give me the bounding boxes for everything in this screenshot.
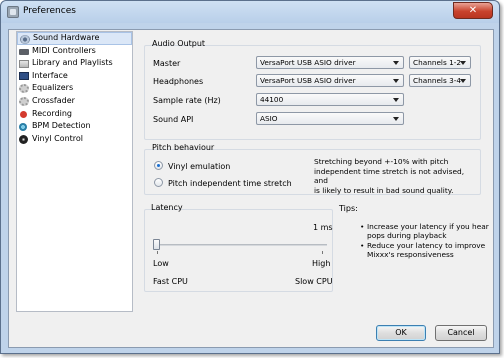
master-channels-value: Channels 1-2	[413, 58, 461, 67]
master-device-select[interactable]: VersaPort USB ASIO driver	[256, 56, 404, 69]
sidebar-item-label: BPM Detection	[32, 121, 91, 131]
pitch-behaviour-title: Pitch behaviour	[152, 143, 215, 152]
ok-button[interactable]: OK	[376, 325, 426, 341]
sidebar-item-bpm-detection[interactable]: BPM Detection	[17, 120, 132, 133]
close-button[interactable]: ✕	[453, 2, 493, 19]
preferences-window: Preferences ✕ Sound Hardware MIDI Contro…	[0, 0, 500, 354]
sidebar-item-midi-controllers[interactable]: MIDI Controllers	[17, 45, 132, 58]
pitch-note-line: Stretching beyond +-10% with pitch	[314, 157, 449, 166]
pitch-note-line: independent time stretch is not advised,…	[314, 166, 465, 186]
sidebar-item-vinyl-control[interactable]: Vinyl Control	[17, 133, 132, 146]
vinyl-emulation-label: Vinyl emulation	[168, 162, 231, 171]
master-channels-select[interactable]: Channels 1-2	[409, 56, 471, 69]
sound-api-select[interactable]: ASIO	[256, 112, 404, 125]
chevron-down-icon	[393, 117, 399, 121]
latency-high-label: High	[312, 259, 331, 268]
latency-title: Latency	[151, 203, 183, 212]
record-icon	[20, 110, 27, 118]
latency-slider-thumb[interactable]	[153, 239, 160, 250]
keyboard-icon	[19, 48, 29, 55]
tip-text: Reduce your latency to improve	[367, 241, 486, 250]
equalizer-icon	[19, 84, 29, 94]
sidebar-item-crossfader[interactable]: Crossfader	[17, 95, 132, 108]
monitor-icon	[19, 71, 29, 80]
title-bar[interactable]: Preferences ✕	[1, 1, 499, 23]
library-icon	[19, 60, 29, 69]
speaker-icon	[20, 35, 30, 44]
sound-api-value: ASIO	[260, 114, 278, 123]
latency-value: 1 ms	[313, 223, 333, 232]
tip-item: Reduce your latency to improve Mixxx's r…	[360, 241, 486, 260]
tip-item: Increase your latency if you hear pops d…	[360, 222, 489, 241]
tip-text: Increase your latency if you hear	[367, 222, 489, 231]
latency-low-label: Low	[153, 259, 169, 268]
master-device-value: VersaPort USB ASIO driver	[260, 58, 356, 67]
sound-api-label: Sound API	[153, 115, 194, 124]
sidebar-item-label: Recording	[32, 108, 73, 118]
latency-slider-track[interactable]	[153, 244, 327, 246]
slow-cpu-label: Slow CPU	[295, 277, 333, 286]
chevron-down-icon	[393, 61, 399, 65]
crossfader-icon	[19, 96, 29, 106]
sidebar-item-label: Sound Hardware	[33, 33, 100, 42]
app-icon	[7, 6, 19, 18]
chevron-down-icon	[393, 79, 399, 83]
tip-text: pops during playback	[367, 231, 447, 241]
sidebar-item-label: MIDI Controllers	[32, 45, 96, 55]
chevron-down-icon	[393, 98, 399, 102]
time-stretch-radio[interactable]	[154, 178, 163, 187]
sample-rate-select[interactable]: 44100	[256, 93, 404, 106]
slider-tick	[322, 251, 323, 254]
sidebar-item-label: Interface	[32, 70, 68, 80]
pitch-note: Stretching beyond +-10% with pitch indep…	[314, 157, 474, 195]
tip-text: Mixxx's responsiveness	[367, 250, 454, 260]
fast-cpu-label: Fast CPU	[153, 277, 188, 286]
sample-rate-value: 44100	[260, 95, 284, 104]
vinyl-icon	[19, 134, 28, 144]
sidebar-item-equalizers[interactable]: Equalizers	[17, 82, 132, 95]
preferences-sidebar: Sound Hardware MIDI Controllers Library …	[16, 31, 133, 312]
cancel-button[interactable]: Cancel	[435, 325, 487, 341]
headphones-label: Headphones	[153, 77, 204, 86]
headphones-device-value: VersaPort USB ASIO driver	[260, 76, 356, 85]
bpm-icon	[19, 123, 27, 132]
close-icon: ✕	[468, 5, 478, 16]
slider-tick	[157, 251, 158, 254]
chevron-down-icon	[460, 79, 466, 83]
time-stretch-label: Pitch independent time stretch	[168, 179, 292, 188]
sidebar-item-interface[interactable]: Interface	[17, 70, 132, 83]
pitch-note-line: is likely to result in bad sound quality…	[314, 185, 454, 195]
master-label: Master	[153, 59, 181, 68]
tips-title: Tips:	[339, 204, 358, 213]
vinyl-emulation-radio[interactable]	[154, 161, 163, 170]
sidebar-item-label: Equalizers	[32, 83, 74, 93]
sidebar-item-recording[interactable]: Recording	[17, 108, 132, 121]
sidebar-item-label: Crossfader	[32, 95, 75, 105]
chevron-down-icon	[460, 61, 466, 65]
headphones-device-select[interactable]: VersaPort USB ASIO driver	[256, 74, 404, 87]
headphones-channels-value: Channels 3-4	[413, 76, 461, 85]
headphones-channels-select[interactable]: Channels 3-4	[409, 74, 471, 87]
sidebar-item-library[interactable]: Library and Playlists	[17, 57, 132, 70]
sample-rate-label: Sample rate (Hz)	[153, 96, 221, 105]
audio-output-title: Audio Output	[152, 39, 206, 48]
sidebar-item-sound-hardware[interactable]: Sound Hardware	[17, 32, 132, 45]
sidebar-item-label: Library and Playlists	[32, 58, 113, 68]
window-title: Preferences	[23, 6, 76, 16]
sidebar-item-label: Vinyl Control	[32, 133, 84, 143]
